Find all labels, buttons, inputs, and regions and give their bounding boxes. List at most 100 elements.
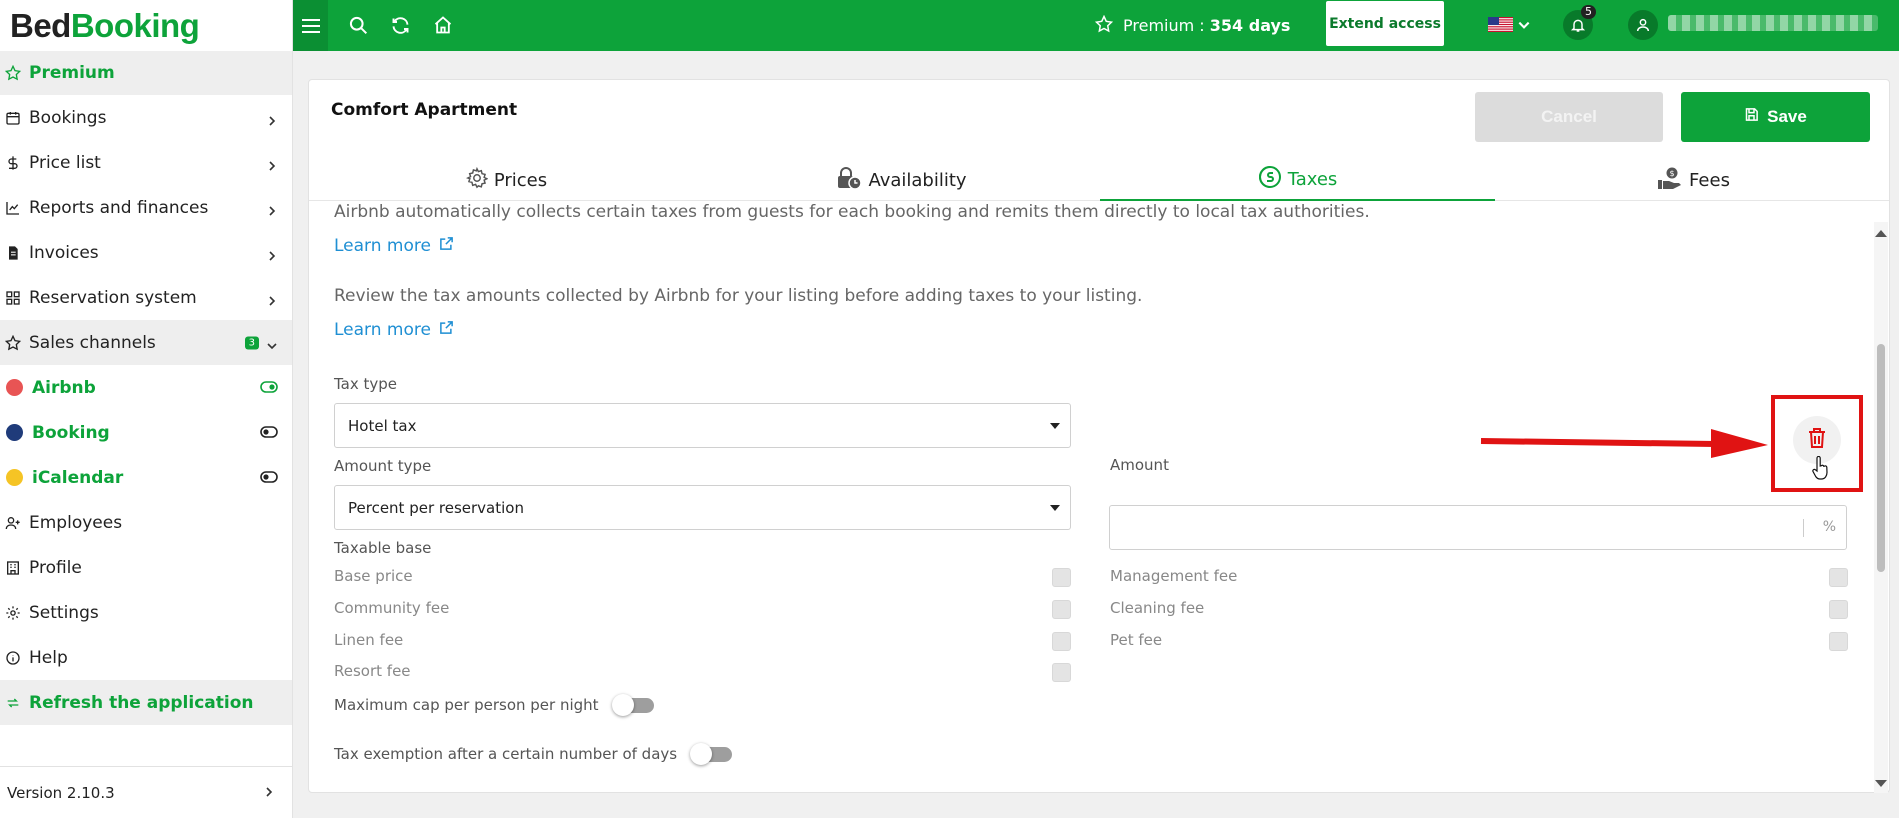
building-icon	[4, 559, 22, 577]
sync-icon[interactable]	[388, 13, 412, 37]
logo-bed: Bed	[10, 6, 71, 44]
sidebar-item-reports[interactable]: Reports and finances	[0, 185, 292, 230]
caret-down-icon	[1050, 423, 1060, 429]
toggle-off-icon[interactable]	[260, 423, 278, 443]
sidebar-item-invoices[interactable]: Invoices	[0, 230, 292, 275]
user-avatar-icon[interactable]	[1628, 10, 1658, 40]
base-price-checkbox[interactable]	[1052, 568, 1071, 587]
username-blurred[interactable]	[1668, 15, 1878, 31]
sidebar-channel-icalendar[interactable]: iCalendar	[0, 455, 292, 500]
sidebar-channel-airbnb[interactable]: Airbnb	[0, 365, 292, 410]
tax-type-value: Hotel tax	[348, 416, 417, 435]
user-plus-icon	[4, 514, 22, 532]
floppy-disk-icon	[1744, 107, 1767, 127]
sidebar-item-settings[interactable]: Settings	[0, 590, 292, 635]
sidebar-item-price-list[interactable]: Price list	[0, 140, 292, 185]
extend-access-button[interactable]: Extend access	[1325, 0, 1445, 47]
max-cap-toggle[interactable]	[611, 694, 656, 716]
search-icon[interactable]	[346, 13, 370, 37]
toggle-knob	[690, 743, 713, 765]
sidebar-item-reservation-system[interactable]: Reservation system	[0, 275, 292, 320]
learn-more-label: Learn more	[334, 320, 431, 340]
premium-label: Premium :	[1123, 16, 1210, 35]
tax-type-select[interactable]: Hotel tax	[334, 403, 1071, 448]
pet-fee-label: Pet fee	[1110, 631, 1163, 649]
tab-availability[interactable]: Availability	[704, 159, 1099, 201]
sidebar-premium-label: Premium	[29, 63, 115, 83]
tab-prices[interactable]: Prices	[309, 159, 704, 201]
chevron-right-icon	[266, 157, 278, 171]
base-price-label: Base price	[334, 567, 413, 585]
community-fee-label: Community fee	[334, 599, 450, 617]
invoice-icon	[4, 244, 22, 262]
sidebar-item-profile[interactable]: Profile	[0, 545, 292, 590]
amount-type-select[interactable]: Percent per reservation	[334, 485, 1071, 530]
channel-label: iCalendar	[32, 467, 124, 488]
review-tax-info: Review the tax amounts collected by Airb…	[334, 286, 1143, 306]
tax-exemption-toggle[interactable]	[690, 743, 734, 765]
premium-status: Premium : 354 days	[1094, 0, 1291, 51]
learn-more-link[interactable]: Learn more	[334, 320, 454, 340]
learn-more-label: Learn more	[334, 236, 431, 256]
tab-taxes[interactable]: Taxes	[1100, 159, 1495, 201]
save-label: Save	[1767, 107, 1807, 126]
save-button[interactable]: Save	[1681, 92, 1870, 142]
community-fee-checkbox[interactable]	[1052, 600, 1071, 619]
tax-coin-icon	[1258, 165, 1288, 194]
scrollbar-thumb[interactable]	[1877, 344, 1885, 572]
management-fee-checkbox[interactable]	[1829, 568, 1848, 587]
sales-channels-count-badge: 3	[244, 336, 259, 349]
toggle-knob	[611, 694, 634, 716]
resort-fee-checkbox[interactable]	[1052, 663, 1071, 682]
app-logo[interactable]: Bed Booking	[0, 0, 292, 51]
app-version[interactable]: Version 2.10.3	[0, 766, 293, 818]
scroll-down-arrow-icon[interactable]	[1875, 780, 1887, 787]
gear-icon	[465, 166, 494, 194]
sidebar-channel-booking[interactable]: Booking	[0, 410, 292, 455]
amount-type-value: Percent per reservation	[348, 498, 524, 517]
cancel-button[interactable]: Cancel	[1475, 92, 1663, 142]
page-title: Comfort Apartment	[331, 100, 518, 120]
chevron-down-icon[interactable]	[1517, 17, 1531, 36]
home-icon[interactable]	[431, 13, 455, 37]
learn-more-link[interactable]: Learn more	[334, 236, 454, 256]
sidebar-item-label: Help	[29, 647, 68, 668]
tab-fees[interactable]: $ Fees	[1496, 159, 1889, 201]
sidebar-item-refresh[interactable]: Refresh the application	[0, 680, 292, 725]
cleaning-fee-checkbox[interactable]	[1829, 600, 1848, 619]
max-cap-label: Maximum cap per person per night	[334, 696, 599, 714]
amount-label: Amount	[1110, 456, 1169, 474]
sidebar-item-label: Reports and finances	[29, 197, 209, 218]
hamburger-menu-icon[interactable]	[293, 0, 328, 51]
hand-coin-icon: $	[1657, 166, 1689, 195]
tax-type-label: Tax type	[334, 375, 398, 393]
sidebar-item-employees[interactable]: Employees	[0, 500, 292, 545]
cleaning-fee-label: Cleaning fee	[1110, 599, 1205, 617]
amount-input[interactable]: %	[1109, 505, 1847, 550]
sidebar-item-sales-channels[interactable]: Sales channels 3	[0, 320, 292, 365]
sidebar-item-bookings[interactable]: Bookings	[0, 95, 292, 140]
sidebar: Bed Booking Premium Bookings Price list R…	[0, 0, 293, 818]
percent-unit: %	[1822, 519, 1836, 535]
amount-type-label: Amount type	[334, 457, 432, 475]
toggle-on-icon[interactable]	[260, 378, 278, 398]
sidebar-item-premium[interactable]: Premium	[0, 51, 292, 95]
star-icon	[4, 64, 22, 82]
sidebar-item-help[interactable]: Help	[0, 635, 292, 680]
sidebar-item-label: Bookings	[29, 107, 107, 128]
us-flag-icon[interactable]	[1488, 17, 1513, 32]
content-scrollbar[interactable]	[1874, 222, 1888, 793]
channel-label: Airbnb	[32, 377, 96, 398]
linen-fee-checkbox[interactable]	[1052, 632, 1071, 651]
scroll-up-arrow-icon[interactable]	[1875, 230, 1887, 237]
premium-days: 354 days	[1209, 16, 1291, 35]
dollar-icon	[4, 154, 22, 172]
sidebar-item-label: Profile	[29, 557, 82, 578]
toggle-off-icon[interactable]	[260, 468, 278, 488]
star-outline-icon	[4, 334, 22, 352]
version-label: Version 2.10.3	[7, 783, 115, 802]
grid-icon	[4, 289, 22, 307]
chevron-right-icon	[266, 247, 278, 261]
annotation-highlight-box	[1771, 395, 1863, 492]
pet-fee-checkbox[interactable]	[1829, 632, 1848, 651]
